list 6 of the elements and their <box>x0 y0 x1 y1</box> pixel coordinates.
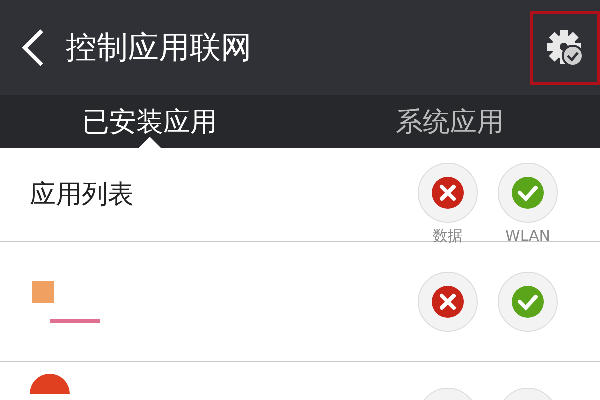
column-label: WLAN <box>505 227 550 245</box>
list-title: 应用列表 <box>30 179 135 212</box>
tab[interactable]: 已安装应用 <box>0 95 300 148</box>
page-title: 控制应用联网 <box>66 28 253 68</box>
column-label: 数据 <box>433 227 463 246</box>
tab[interactable]: 系统应用 <box>300 95 600 148</box>
